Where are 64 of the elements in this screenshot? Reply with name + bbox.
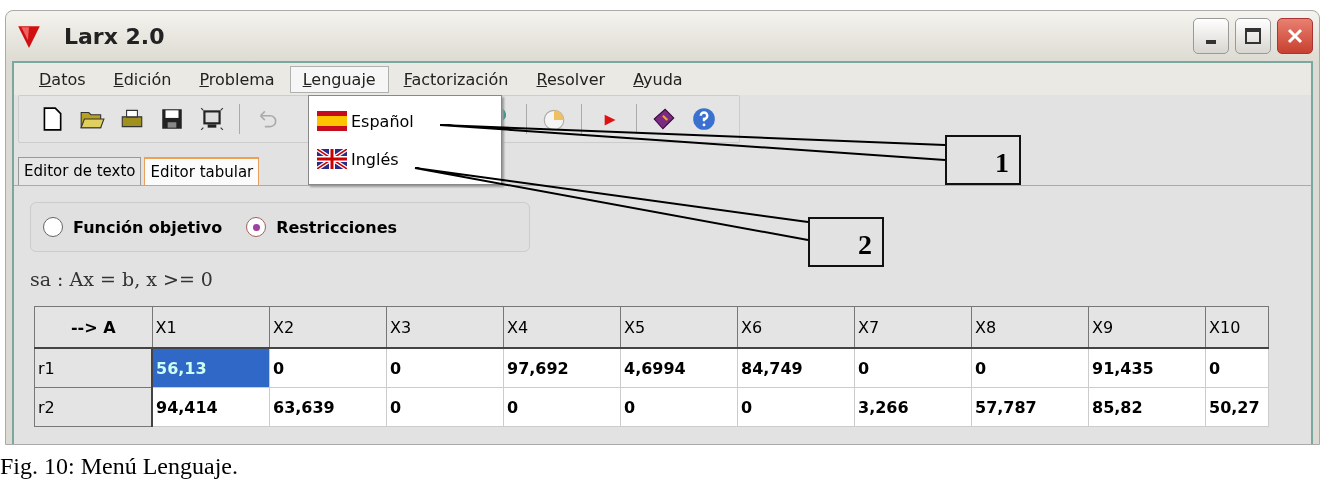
table-cell[interactable]: 0	[269, 348, 387, 388]
column-header: --> A	[34, 306, 152, 348]
flag-icon	[317, 149, 347, 169]
table-cell[interactable]: 97,692	[503, 348, 621, 388]
radio-button[interactable]	[43, 217, 63, 237]
table-cell[interactable]: 50,27	[1205, 387, 1269, 427]
column-header: X5	[620, 306, 738, 348]
radio-button[interactable]	[246, 217, 267, 237]
table-cell[interactable]: 63,639	[269, 387, 387, 427]
table-cell[interactable]: 94,414	[152, 387, 270, 427]
column-header: X7	[854, 306, 972, 348]
save-icon[interactable]	[159, 106, 185, 132]
table-cell[interactable]: 4,6994	[620, 348, 738, 388]
row-header[interactable]: r2	[34, 387, 152, 427]
table-cell[interactable]: 0	[854, 348, 972, 388]
column-header: X4	[503, 306, 621, 348]
table-cell[interactable]: 0	[386, 387, 504, 427]
close-icon	[1285, 26, 1305, 46]
close-button[interactable]	[1277, 18, 1313, 54]
table-cell[interactable]: 0	[971, 348, 1089, 388]
column-header: X9	[1088, 306, 1206, 348]
help-icon[interactable]	[691, 106, 717, 132]
monitor-icon[interactable]	[199, 106, 225, 132]
radio-label[interactable]: Restricciones	[276, 217, 398, 237]
minimize-button[interactable]	[1193, 18, 1229, 54]
callout-label: 1	[945, 135, 1021, 185]
column-header: X2	[269, 306, 387, 348]
table-cell[interactable]: 84,749	[737, 348, 855, 388]
table-cell[interactable]: 0	[503, 387, 621, 427]
tab[interactable]: Editor tabular	[144, 157, 260, 185]
menu-item[interactable]: Edición	[100, 65, 185, 93]
radio-label[interactable]: Función objetivo	[73, 217, 223, 237]
minimize-icon	[1206, 40, 1216, 44]
menu-item[interactable]: Resolver	[523, 65, 619, 93]
column-header: X1	[152, 306, 270, 348]
menu-item[interactable]: Lenguaje	[289, 65, 389, 93]
flag-icon	[317, 111, 347, 131]
callout-label: 2	[808, 217, 884, 267]
table-cell[interactable]: 91,435	[1088, 348, 1206, 388]
menu-item[interactable]: Problema	[186, 65, 288, 93]
column-header: X10	[1205, 306, 1269, 348]
app-logo-icon	[16, 23, 42, 49]
table-cell[interactable]: 85,82	[1088, 387, 1206, 427]
table-cell[interactable]: 0	[620, 387, 738, 427]
table-cell[interactable]: 0	[386, 348, 504, 388]
table-cell[interactable]: 0	[1205, 348, 1269, 388]
maximize-button[interactable]	[1235, 18, 1271, 54]
tab[interactable]: Editor de texto	[18, 157, 142, 185]
window-title: Larx 2.0	[64, 23, 165, 49]
row-header[interactable]: r1	[34, 348, 152, 388]
table-cell[interactable]: 0	[737, 387, 855, 427]
table-cell[interactable]: 57,787	[971, 387, 1089, 427]
formula-text: sa : Ax = b, x >= 0	[30, 268, 214, 290]
column-header: X3	[386, 306, 504, 348]
menu-item[interactable]: Datos	[26, 65, 99, 93]
menu-item[interactable]: Factorización	[390, 65, 522, 93]
column-header: X8	[971, 306, 1089, 348]
maximize-icon	[1243, 26, 1263, 46]
figure-caption: Fig. 10: Menú Lenguaje.	[0, 452, 239, 479]
menu-item[interactable]: Ayuda	[620, 65, 696, 93]
menu-option[interactable]: Inglés	[309, 140, 501, 178]
table-cell[interactable]: 3,266	[854, 387, 972, 427]
column-header: X6	[737, 306, 855, 348]
table-cell[interactable]: 56,13	[152, 348, 270, 388]
